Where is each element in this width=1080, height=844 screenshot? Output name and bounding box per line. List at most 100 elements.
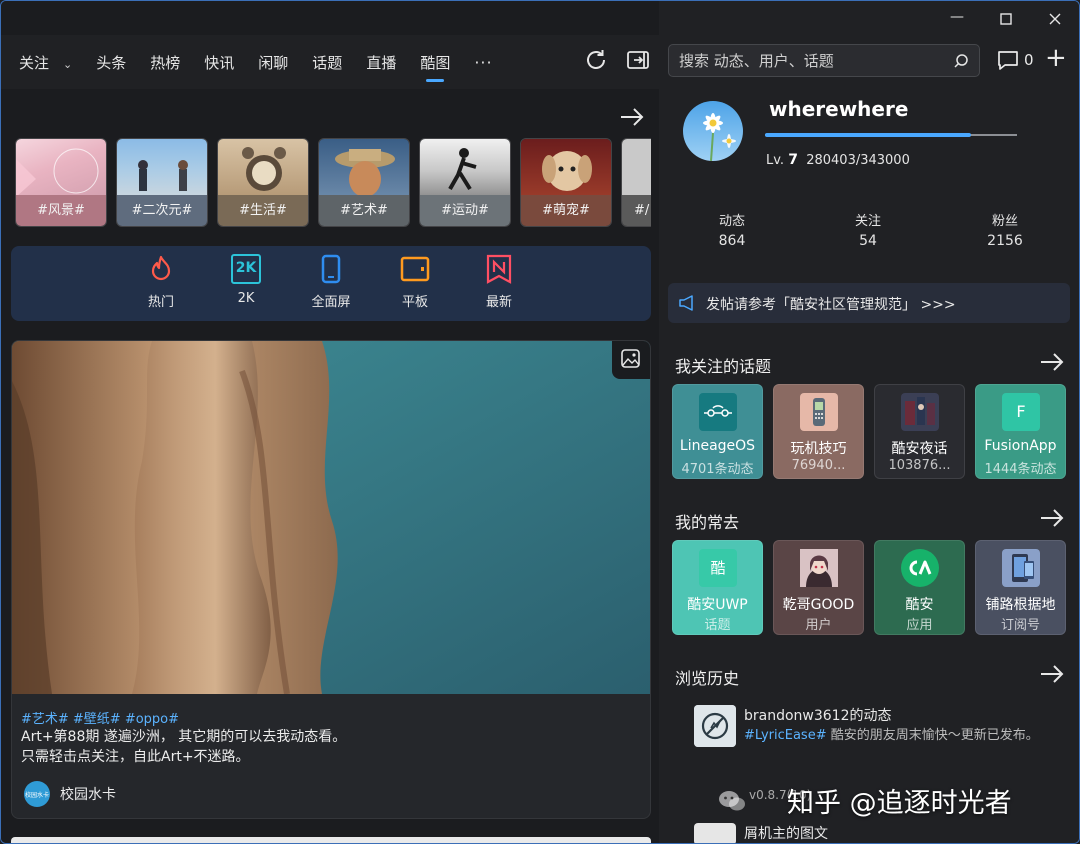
quick-link-latest[interactable]: 最新 <box>469 254 529 310</box>
topics-more-arrow-icon[interactable] <box>1039 352 1065 372</box>
tab-hot[interactable]: 热榜 <box>150 52 180 73</box>
category-image <box>218 139 308 197</box>
open-in-window-icon[interactable] <box>625 47 651 73</box>
history-title: 浏览历史 <box>675 669 740 688</box>
wechat-icon <box>719 790 745 810</box>
topic-tile-fusionapp[interactable]: F FusionApp 1444条动态 <box>975 384 1066 479</box>
phone-tips-icon <box>800 393 838 431</box>
new-icon <box>484 254 514 284</box>
tab-headlines[interactable]: 头条 <box>96 52 126 73</box>
category-anime[interactable]: #二次元# <box>116 138 208 227</box>
history-item-title: 屑机主的图文 <box>744 826 828 842</box>
frequent-more-arrow-icon[interactable] <box>1039 508 1065 528</box>
feed-pane: 关注 ⌄ 头条 热榜 快讯 闲聊 话题 直播 酷图 ··· #风景# #二次元#… <box>1 1 659 843</box>
close-button[interactable] <box>1045 9 1065 29</box>
category-label: #生活# <box>218 195 308 226</box>
search-icon[interactable] <box>953 53 969 69</box>
stat-following[interactable]: 关注 54 <box>823 210 913 249</box>
topic-tile-tips[interactable]: 玩机技巧 76940... <box>773 384 864 479</box>
stat-posts[interactable]: 动态 864 <box>687 210 777 249</box>
username[interactable]: wherewhere <box>769 97 908 121</box>
tablet-icon <box>400 254 430 284</box>
tab-follow[interactable]: 关注 ⌄ <box>19 52 72 73</box>
category-label: #运动# <box>420 195 510 226</box>
category-pets[interactable]: #萌宠# <box>520 138 612 227</box>
frequent-tile-coolapk-uwp[interactable]: 酷 酷安UWP 话题 <box>672 540 763 635</box>
category-scenery[interactable]: #风景# <box>15 138 107 227</box>
chat-bubble-icon <box>998 51 1018 70</box>
quick-link-tablet[interactable]: 平板 <box>385 254 445 310</box>
category-label: #萌宠# <box>521 195 611 226</box>
post-image[interactable] <box>12 341 650 695</box>
category-more[interactable]: #/ <box>621 138 651 227</box>
category-image <box>117 139 207 197</box>
coolapk-uwp-icon: 酷 <box>699 549 737 587</box>
fire-icon <box>146 254 176 284</box>
phone-icon <box>316 254 346 284</box>
top-nav: 关注 ⌄ 头条 热榜 快讯 闲聊 话题 直播 酷图 ··· <box>1 35 659 89</box>
quick-link-2k[interactable]: 2K 2K <box>216 254 276 306</box>
post-text: Art+第88期 遂遍沙洲， 其它期的可以去我动态看。 只需轻击点关注，自此Ar… <box>21 729 347 765</box>
messages-button[interactable]: 0 <box>996 49 1034 71</box>
experience-bar <box>765 133 1017 137</box>
category-art[interactable]: #艺术# <box>318 138 410 227</box>
new-post-button[interactable]: + <box>1045 45 1067 71</box>
subscription-icon <box>1002 549 1040 587</box>
night-talk-icon <box>901 393 939 431</box>
history-item[interactable]: 屑机主的图文 <box>694 823 1064 843</box>
experience-bar-fill <box>765 133 971 137</box>
frequent-title: 我的常去 <box>675 513 740 532</box>
chevron-down-icon[interactable]: ⌄ <box>63 58 72 71</box>
minimize-button[interactable]: — <box>947 9 967 29</box>
category-label: #艺术# <box>319 195 409 226</box>
category-label: #/ <box>622 195 651 226</box>
more-tabs-button[interactable]: ··· <box>474 53 492 72</box>
quick-link-fullscreen[interactable]: 全面屏 <box>301 254 361 310</box>
maximize-button[interactable] <box>996 9 1016 29</box>
author-name[interactable]: 校园水卡 <box>60 784 116 804</box>
stat-followers[interactable]: 粉丝 2156 <box>960 210 1050 249</box>
category-life[interactable]: #生活# <box>217 138 309 227</box>
tab-topics[interactable]: 话题 <box>312 52 342 73</box>
image-icon <box>621 349 640 368</box>
search-box <box>668 44 980 77</box>
history-item[interactable]: brandonw3612的动态 #LyricEase# 酷安的朋友周末愉快～更新… <box>694 705 1064 775</box>
user-avatar-icon <box>800 549 838 587</box>
history-more-arrow-icon[interactable] <box>1039 664 1065 684</box>
community-notice[interactable]: 发帖请参考「酷安社区管理规范」 >>> <box>668 283 1070 323</box>
category-image <box>622 139 651 197</box>
history-item-title: brandonw3612的动态 <box>744 708 892 724</box>
frequent-tile-user[interactable]: 乾哥GOOD 用户 <box>773 540 864 635</box>
categories-more-arrow-icon[interactable] <box>619 107 645 127</box>
post-card[interactable]: #艺术# #壁纸# #oppo# Art+第88期 遂遍沙洲， 其它期的可以去我… <box>11 340 651 819</box>
tab-news[interactable]: 快讯 <box>204 52 234 73</box>
post-tags[interactable]: #艺术# #壁纸# #oppo# <box>21 708 179 727</box>
watermark: 知乎 @追逐时光者 <box>717 781 1012 820</box>
quick-link-hot[interactable]: 热门 <box>131 254 191 310</box>
tab-chat[interactable]: 闲聊 <box>258 52 288 73</box>
category-image <box>16 139 106 197</box>
next-post-preview <box>11 837 651 843</box>
post-author[interactable]: 校园水卡 校园水卡 <box>24 781 116 807</box>
search-input[interactable] <box>679 45 939 76</box>
topic-tile-night-talk[interactable]: 酷安夜话 103876... <box>874 384 965 479</box>
frequent-tile-coolapk-app[interactable]: 酷安 应用 <box>874 540 965 635</box>
fusionapp-icon: F <box>1002 393 1040 431</box>
tab-cool-pics[interactable]: 酷图 <box>420 52 450 73</box>
megaphone-icon <box>678 294 698 312</box>
user-avatar[interactable] <box>683 101 743 161</box>
app-window: 关注 ⌄ 头条 热榜 快讯 闲聊 话题 直播 酷图 ··· #风景# #二次元#… <box>0 0 1080 844</box>
refresh-icon[interactable] <box>583 47 609 73</box>
2k-icon: 2K <box>231 254 261 284</box>
category-label: #二次元# <box>117 195 207 226</box>
author-avatar[interactable]: 校园水卡 <box>24 781 50 807</box>
user-pane: — 0 + <box>659 1 1079 843</box>
history-thumbnail <box>694 823 736 843</box>
history-item-body: #LyricEase# 酷安的朋友周末愉快～更新已发布。 <box>744 728 1039 743</box>
category-sports[interactable]: #运动# <box>419 138 511 227</box>
coolapk-logo-icon <box>901 549 939 587</box>
topic-tile-lineageos[interactable]: LineageOS 4701条动态 <box>672 384 763 479</box>
category-image <box>521 139 611 197</box>
frequent-tile-subscription[interactable]: 铺路根据地 订阅号 <box>975 540 1066 635</box>
tab-live[interactable]: 直播 <box>366 52 396 73</box>
